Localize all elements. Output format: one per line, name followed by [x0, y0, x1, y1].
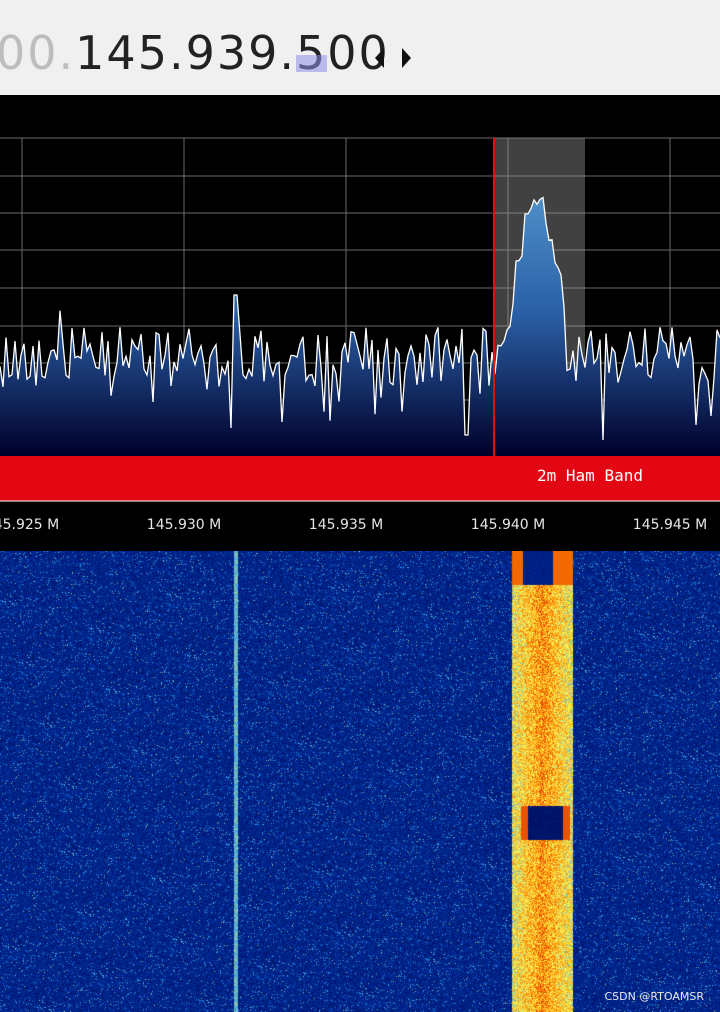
tick-label: 145.935 M	[309, 517, 383, 533]
spectrum-fill	[0, 197, 720, 456]
frequency-bar: 00.145.939.500	[0, 0, 720, 95]
spectrum-panel[interactable]: 2m Ham Band 145.925 M 145.930 M 145.935 …	[0, 95, 720, 550]
tuning-cursor[interactable]	[493, 138, 495, 458]
frequency-selected-digit[interactable]: 5	[296, 24, 328, 82]
left-right-arrows-icon[interactable]	[373, 40, 413, 76]
frequency-axis: 145.925 M 145.930 M 145.935 M 145.940 M …	[0, 517, 707, 533]
tick-label: 145.940 M	[471, 517, 545, 533]
waterfall-panel[interactable]	[0, 551, 720, 1012]
frequency-hidden-prefix: 00.	[0, 26, 76, 80]
band-label: 2m Ham Band	[537, 466, 643, 485]
watermark: CSDN @RTOAMSR	[604, 990, 704, 1003]
frequency-display[interactable]: 00.145.939.500	[0, 24, 390, 82]
tick-label: 145.925 M	[0, 517, 59, 533]
frequency-main-digits[interactable]: 145.939.	[75, 26, 296, 80]
tick-label: 145.930 M	[147, 517, 221, 533]
tick-label: 145.945 M	[633, 517, 707, 533]
